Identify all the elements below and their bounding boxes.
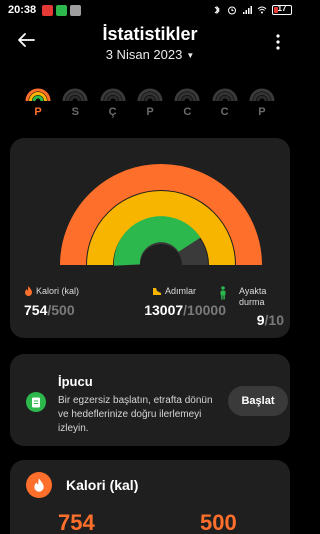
page-title: İstatistikler	[102, 24, 198, 44]
start-button[interactable]: Başlat	[228, 386, 288, 416]
week-day-5[interactable]: C	[207, 88, 243, 122]
date-label: 3 Nisan 2023	[105, 47, 183, 62]
bluetooth-icon	[214, 5, 220, 15]
week-day-label: Ç	[108, 106, 117, 118]
stand-metric[interactable]: Ayakta durma 9/10	[218, 286, 284, 328]
signal-icon	[243, 6, 252, 14]
calorie-card-goal: 500	[200, 510, 237, 534]
calorie-detail-card[interactable]: Kalori (kal) 754 500	[10, 460, 290, 534]
mini-rings-icon	[62, 88, 88, 102]
week-day-label: S	[71, 106, 79, 118]
steps-label: Adımlar	[165, 286, 197, 296]
tip-text: Bir egzersiz başlatın, etrafta dönün ve …	[58, 395, 213, 434]
stand-ring	[113, 216, 201, 266]
standing-person-icon	[220, 286, 226, 300]
mini-rings-icon	[100, 88, 126, 102]
mini-rings-icon	[174, 88, 200, 102]
mini-rings-icon	[249, 88, 275, 102]
notification-app-icon	[56, 4, 68, 16]
mini-rings-icon	[25, 88, 51, 102]
week-day-0[interactable]: P	[20, 88, 56, 122]
week-selector: PSÇPCCP	[20, 88, 280, 122]
activity-metrics: Kalori (kal) 754/500 Adımlar 13007/10000…	[10, 286, 290, 328]
week-day-3[interactable]: P	[132, 88, 168, 122]
steps-metric[interactable]: Adımlar 13007/10000	[122, 286, 226, 318]
tip-card: İpucu Bir egzersiz başlatın, etrafta dön…	[10, 354, 290, 446]
calories-label: Kalori (kal)	[36, 286, 80, 296]
battery-icon: 17	[272, 4, 292, 15]
caret-down-icon: ▼	[186, 51, 195, 61]
date-selector[interactable]: 3 Nisan 2023 ▼	[0, 47, 300, 62]
calorie-card-value: 754	[58, 510, 95, 534]
stand-value: 9	[256, 312, 265, 328]
activity-summary-card: Kalori (kal) 754/500 Adımlar 13007/10000…	[10, 138, 290, 338]
tip-title: İpucu	[58, 374, 93, 389]
week-day-6[interactable]: P	[244, 88, 280, 122]
week-day-label: C	[183, 106, 192, 118]
week-day-2[interactable]: Ç	[95, 88, 131, 122]
status-bar: 20:38 17	[0, 0, 300, 20]
stand-label-line2: durma	[239, 297, 265, 307]
stand-goal: /10	[264, 312, 284, 328]
week-day-1[interactable]: S	[57, 88, 93, 122]
notification-app-icon	[70, 4, 82, 16]
note-icon	[26, 392, 46, 412]
alarm-icon	[228, 6, 236, 15]
week-day-label: P	[258, 106, 266, 118]
activity-rings-gauge	[60, 164, 262, 266]
shoe-icon	[153, 287, 161, 295]
calorie-card-title: Kalori (kal)	[66, 477, 139, 493]
mini-rings-icon	[212, 88, 238, 102]
app-header: İstatistikler 3 Nisan 2023 ▼	[0, 20, 300, 70]
battery-level: 17	[277, 4, 287, 13]
stand-label-line1: Ayakta	[239, 286, 267, 296]
status-time: 20:38	[8, 4, 37, 16]
mini-rings-icon	[137, 88, 163, 102]
flame-icon	[26, 472, 52, 498]
week-day-4[interactable]: C	[169, 88, 205, 122]
week-day-label: C	[220, 106, 229, 118]
calories-value: 754	[24, 302, 48, 318]
wifi-icon	[257, 6, 267, 14]
calories-goal: /500	[47, 302, 75, 318]
week-day-label: P	[34, 106, 42, 118]
more-vert-icon[interactable]	[268, 32, 288, 52]
week-day-label: P	[146, 106, 154, 118]
notification-app-icon	[42, 4, 54, 16]
steps-value: 13007	[144, 302, 184, 318]
calories-metric[interactable]: Kalori (kal) 754/500	[24, 286, 79, 318]
flame-icon	[25, 286, 32, 296]
